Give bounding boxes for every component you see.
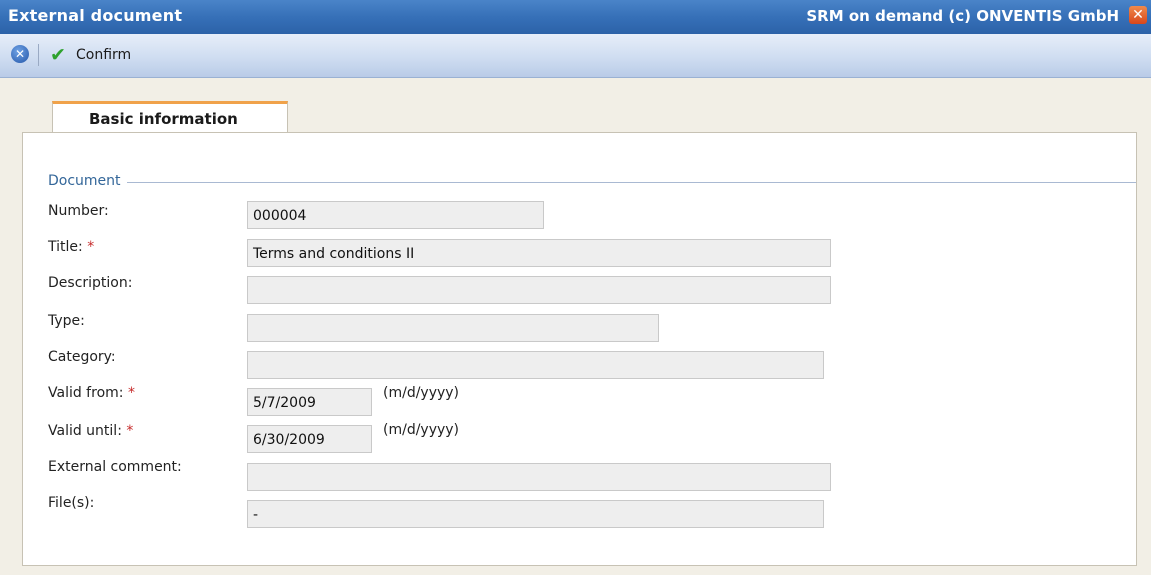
content-area: Basic information Document Number: 00000…: [0, 78, 1151, 575]
category-label: Category:: [48, 349, 116, 365]
tab-basic-information[interactable]: Basic information: [52, 101, 288, 133]
section-divider: [48, 182, 1136, 183]
type-label: Type:: [48, 313, 85, 329]
valid-until-label: Valid until: *: [48, 423, 133, 439]
tab-panel: Document Number: 000004 Title: * Terms a…: [22, 132, 1137, 566]
category-field[interactable]: [247, 351, 824, 379]
external-document-window: External document SRM on demand (c) ONVE…: [0, 0, 1151, 575]
confirm-button[interactable]: ✔ Confirm: [50, 43, 131, 67]
cancel-icon[interactable]: ✕: [11, 45, 29, 63]
valid-from-label: Valid from: *: [48, 385, 135, 401]
title-bar: External document SRM on demand (c) ONVE…: [0, 0, 1151, 34]
title-label: Title: *: [48, 239, 94, 255]
valid-from-label-text: Valid from:: [48, 385, 124, 401]
valid-until-format-hint: (m/d/yyyy): [383, 422, 460, 438]
files-field[interactable]: -: [247, 500, 824, 528]
window-title: External document: [8, 6, 183, 25]
tab-label: Basic information: [89, 110, 238, 128]
section-legend: Document: [48, 173, 127, 189]
toolbar-separator: [38, 44, 39, 66]
vendor-text: SRM on demand (c) ONVENTIS GmbH: [806, 7, 1119, 25]
number-field[interactable]: 000004: [247, 201, 544, 229]
description-label: Description:: [48, 275, 133, 291]
valid-until-label-text: Valid until:: [48, 423, 122, 439]
number-label: Number:: [48, 203, 109, 219]
confirm-label: Confirm: [76, 47, 132, 63]
valid-from-field[interactable]: 5/7/2009: [247, 388, 372, 416]
title-label-text: Title:: [48, 239, 83, 255]
valid-until-field[interactable]: 6/30/2009: [247, 425, 372, 453]
check-icon: ✔: [50, 44, 66, 66]
valid-from-required-marker: *: [127, 385, 135, 401]
valid-from-format-hint: (m/d/yyyy): [383, 385, 460, 401]
type-field[interactable]: [247, 314, 659, 342]
close-icon[interactable]: ✕: [1129, 6, 1147, 24]
external-comment-label: External comment:: [48, 459, 182, 475]
description-field[interactable]: [247, 276, 831, 304]
external-comment-field[interactable]: [247, 463, 831, 491]
valid-until-required-marker: *: [126, 423, 134, 439]
title-required-marker: *: [87, 239, 95, 255]
toolbar: ✕ ✔ Confirm: [0, 34, 1151, 78]
files-label: File(s):: [48, 495, 95, 511]
title-field[interactable]: Terms and conditions II: [247, 239, 831, 267]
